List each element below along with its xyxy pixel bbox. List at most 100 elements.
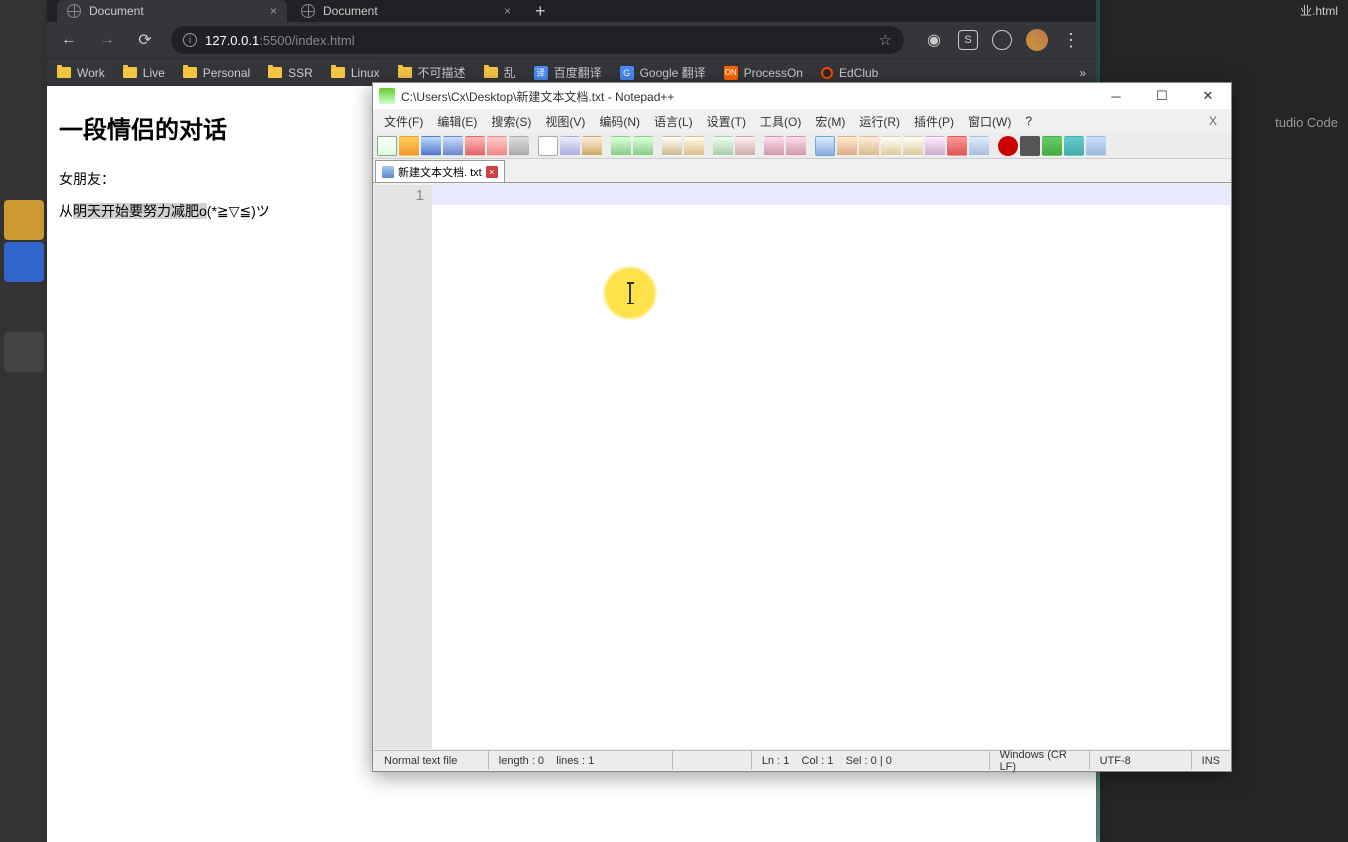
doc-map-icon[interactable] xyxy=(903,136,923,156)
editor-body[interactable] xyxy=(432,185,1230,749)
cut-icon[interactable] xyxy=(538,136,558,156)
close-file-icon[interactable] xyxy=(465,136,485,156)
bookmark-item[interactable]: GGoogle 翻译 xyxy=(620,64,706,81)
record-macro-icon[interactable] xyxy=(998,136,1018,156)
bookmarks-overflow-icon[interactable]: » xyxy=(1079,66,1086,80)
undo-icon[interactable] xyxy=(611,136,631,156)
bookmark-item[interactable]: 乱 xyxy=(484,64,516,81)
status-encoding: UTF-8 xyxy=(1090,751,1192,770)
separator xyxy=(808,136,813,156)
bookmark-star-icon[interactable]: ☆ xyxy=(879,31,892,49)
forward-button[interactable]: → xyxy=(95,31,119,49)
new-file-icon[interactable] xyxy=(377,136,397,156)
browser-toolbar-icons: ◉ S ⋮ xyxy=(918,29,1086,51)
document-tab[interactable]: 新建文本文档. txt × xyxy=(375,160,505,182)
bookmark-item[interactable]: Live xyxy=(123,66,165,80)
menu-macro[interactable]: 宏(M) xyxy=(808,110,852,133)
paste-icon[interactable] xyxy=(582,136,602,156)
menu-language[interactable]: 语言(L) xyxy=(647,110,700,133)
menu-file[interactable]: 文件(F) xyxy=(377,110,430,133)
word-wrap-icon[interactable] xyxy=(815,136,835,156)
url-bar[interactable]: i 127.0.0.1 :5500/index.html ☆ xyxy=(171,26,904,54)
line-gutter: 1 xyxy=(374,185,432,749)
close-button[interactable]: ✕ xyxy=(1185,83,1231,109)
titlebar[interactable]: C:\Users\Cx\Desktop\新建文本文档.txt - Notepad… xyxy=(373,83,1231,109)
taskbar-item[interactable] xyxy=(4,200,44,240)
stop-macro-icon[interactable] xyxy=(1020,136,1040,156)
close-icon[interactable]: × xyxy=(486,166,498,178)
bookmark-item[interactable]: 译百度翻译 xyxy=(534,64,602,81)
copy-icon[interactable] xyxy=(560,136,580,156)
bookmark-item[interactable]: 不可描述 xyxy=(398,64,466,81)
menu-icon[interactable]: ⋮ xyxy=(1062,30,1080,51)
separator xyxy=(531,136,536,156)
redo-icon[interactable] xyxy=(633,136,653,156)
profile-avatar[interactable] xyxy=(1026,29,1048,51)
site-icon xyxy=(821,67,833,79)
new-tab-button[interactable]: + xyxy=(525,1,556,22)
menu-plugins[interactable]: 插件(P) xyxy=(907,110,961,133)
back-button[interactable]: ← xyxy=(57,31,81,49)
reload-button[interactable]: ⟳ xyxy=(133,30,157,50)
bookmark-item[interactable]: Personal xyxy=(183,66,250,80)
print-icon[interactable] xyxy=(509,136,529,156)
bookmark-item[interactable]: SSR xyxy=(268,66,313,80)
folder-icon xyxy=(398,67,412,78)
menu-tools[interactable]: 工具(O) xyxy=(753,110,808,133)
camera-icon[interactable]: ◉ xyxy=(924,30,944,50)
bookmark-item[interactable]: EdClub xyxy=(821,66,878,80)
open-file-icon[interactable] xyxy=(399,136,419,156)
replace-icon[interactable] xyxy=(684,136,704,156)
menu-settings[interactable]: 设置(T) xyxy=(700,110,753,133)
browser-tab[interactable]: Document × xyxy=(57,0,287,22)
bookmark-item[interactable]: ONProcessOn xyxy=(724,66,803,80)
text-cursor-icon xyxy=(629,282,631,304)
sync-scroll-icon[interactable] xyxy=(764,136,784,156)
bookmark-item[interactable]: Linux xyxy=(331,66,380,80)
toolbar xyxy=(373,133,1231,159)
minimize-button[interactable]: ─ xyxy=(1093,83,1139,109)
save-macro-icon[interactable] xyxy=(1086,136,1106,156)
close-icon[interactable]: × xyxy=(270,4,277,18)
func-list-icon[interactable] xyxy=(925,136,945,156)
play-multi-macro-icon[interactable] xyxy=(1064,136,1084,156)
zoom-in-icon[interactable] xyxy=(713,136,733,156)
taskbar-item[interactable] xyxy=(4,332,44,372)
status-filetype: Normal text file xyxy=(374,751,489,770)
site-info-icon[interactable]: i xyxy=(183,33,197,47)
menu-encoding[interactable]: 编码(N) xyxy=(592,110,647,133)
tab-close-x[interactable]: X xyxy=(1199,114,1227,128)
folder-as-workspace-icon[interactable] xyxy=(947,136,967,156)
extension-icon[interactable] xyxy=(992,30,1012,50)
play-macro-icon[interactable] xyxy=(1042,136,1062,156)
menu-window[interactable]: 窗口(W) xyxy=(961,110,1018,133)
menu-search[interactable]: 搜索(S) xyxy=(484,110,538,133)
editor-area[interactable]: 1 xyxy=(374,185,1230,749)
extension-icon[interactable]: S xyxy=(958,30,978,50)
taskbar-item[interactable] xyxy=(4,242,44,282)
show-all-chars-icon[interactable] xyxy=(837,136,857,156)
udl-icon[interactable] xyxy=(881,136,901,156)
indent-guide-icon[interactable] xyxy=(859,136,879,156)
vscode-title: tudio Code xyxy=(1275,115,1338,130)
url-path: :5500/index.html xyxy=(259,33,354,48)
maximize-button[interactable]: ☐ xyxy=(1139,83,1185,109)
menu-help[interactable]: ? xyxy=(1018,111,1039,131)
sync-scroll-icon[interactable] xyxy=(786,136,806,156)
menu-view[interactable]: 视图(V) xyxy=(538,110,592,133)
bookmark-item[interactable]: Work xyxy=(57,66,105,80)
save-icon[interactable] xyxy=(421,136,441,156)
status-mode: INS xyxy=(1192,751,1230,770)
browser-tab[interactable]: Document × xyxy=(291,0,521,22)
menu-edit[interactable]: 编辑(E) xyxy=(430,110,484,133)
save-all-icon[interactable] xyxy=(443,136,463,156)
find-icon[interactable] xyxy=(662,136,682,156)
close-all-icon[interactable] xyxy=(487,136,507,156)
close-icon[interactable]: × xyxy=(504,4,511,18)
tab-bar: Document × Document × + xyxy=(47,0,1096,22)
zoom-out-icon[interactable] xyxy=(735,136,755,156)
menu-run[interactable]: 运行(R) xyxy=(852,110,907,133)
monitor-icon[interactable] xyxy=(969,136,989,156)
separator xyxy=(991,136,996,156)
window-title: C:\Users\Cx\Desktop\新建文本文档.txt - Notepad… xyxy=(401,88,674,105)
